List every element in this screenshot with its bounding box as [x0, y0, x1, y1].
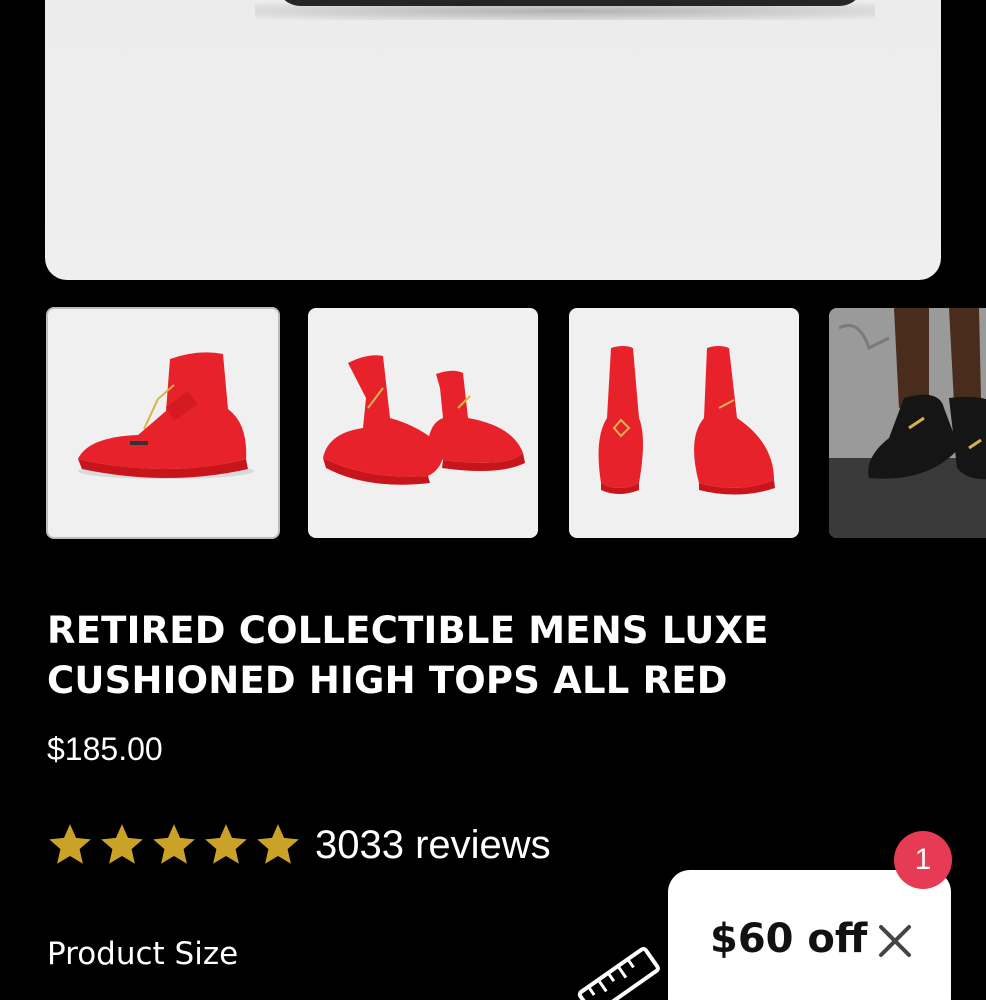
rating-row[interactable]: 3033 reviews [45, 818, 551, 872]
product-title: RETIRED COLLECTIBLE MENS LUXE CUSHIONED … [47, 606, 927, 706]
thumbnail-4[interactable] [829, 308, 986, 538]
star-icon [49, 824, 91, 864]
star-icon [101, 824, 143, 864]
red-high-top-pair-back-image [598, 346, 775, 495]
product-title-line-1: RETIRED COLLECTIBLE MENS LUXE [47, 609, 769, 652]
red-high-top-pair-angle-image [323, 355, 525, 485]
discount-offer-popup[interactable]: $60 off [668, 870, 951, 1000]
star-icon [257, 824, 299, 864]
notification-badge[interactable]: 1 [894, 831, 952, 889]
product-price: $185.00 [47, 731, 163, 767]
thumbnail-3[interactable] [569, 308, 799, 538]
reviews-count[interactable]: 3033 reviews [315, 823, 551, 868]
main-product-image[interactable] [45, 0, 941, 280]
product-title-line-2: CUSHIONED HIGH TOPS ALL RED [47, 659, 728, 702]
shoe-shadow [255, 2, 875, 20]
offer-text[interactable]: $60 off [710, 916, 867, 962]
red-high-top-side-image [78, 352, 254, 479]
product-page: RETIRED COLLECTIBLE MENS LUXE CUSHIONED … [0, 0, 986, 1000]
star-icon [205, 824, 247, 864]
thumbnail-2[interactable] [308, 308, 538, 538]
product-size-label: Product Size [47, 936, 239, 972]
ruler-icon[interactable] [575, 938, 665, 1000]
close-icon[interactable] [875, 921, 915, 961]
star-icon [153, 824, 195, 864]
black-high-top-on-foot-image [829, 308, 986, 538]
thumbnail-1[interactable] [46, 307, 280, 539]
